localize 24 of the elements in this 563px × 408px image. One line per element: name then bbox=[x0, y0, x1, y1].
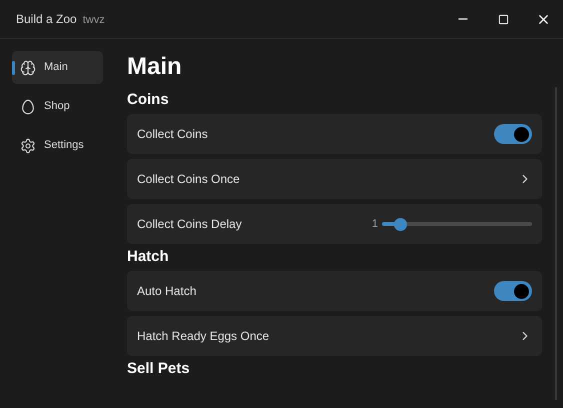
row-label: Collect Coins Once bbox=[137, 171, 240, 188]
section-heading: Coins bbox=[127, 90, 170, 110]
sidebar-item[interactable]: Main bbox=[12, 51, 103, 84]
window-subtitle: twvz bbox=[82, 12, 105, 28]
egg-icon bbox=[20, 98, 36, 114]
action-row[interactable]: Hatch Ready Eggs Once bbox=[127, 316, 542, 356]
row-label: Collect Coins Delay bbox=[137, 216, 242, 233]
sidebar-item[interactable]: Settings bbox=[12, 129, 103, 162]
page-title: Main bbox=[127, 55, 183, 79]
sidebar-item[interactable]: Shop bbox=[12, 90, 103, 123]
toggle-switch[interactable] bbox=[494, 124, 532, 144]
row-label: Hatch Ready Eggs Once bbox=[137, 328, 270, 345]
maximize-icon bbox=[498, 14, 508, 24]
row-label: Auto Hatch bbox=[137, 283, 196, 300]
action-row[interactable]: Collect Coins Once bbox=[127, 159, 542, 199]
section-heading: Hatch bbox=[127, 247, 170, 268]
slider[interactable] bbox=[382, 217, 532, 231]
toggle-switch[interactable] bbox=[494, 281, 532, 301]
row-label: Collect Coins bbox=[137, 126, 208, 143]
brain-icon bbox=[20, 60, 36, 76]
slider-value: 1 bbox=[372, 216, 378, 232]
settings-icon bbox=[20, 138, 36, 154]
window-title: Build a Zoo bbox=[16, 10, 77, 28]
section-heading: Sell Pets bbox=[127, 359, 191, 380]
